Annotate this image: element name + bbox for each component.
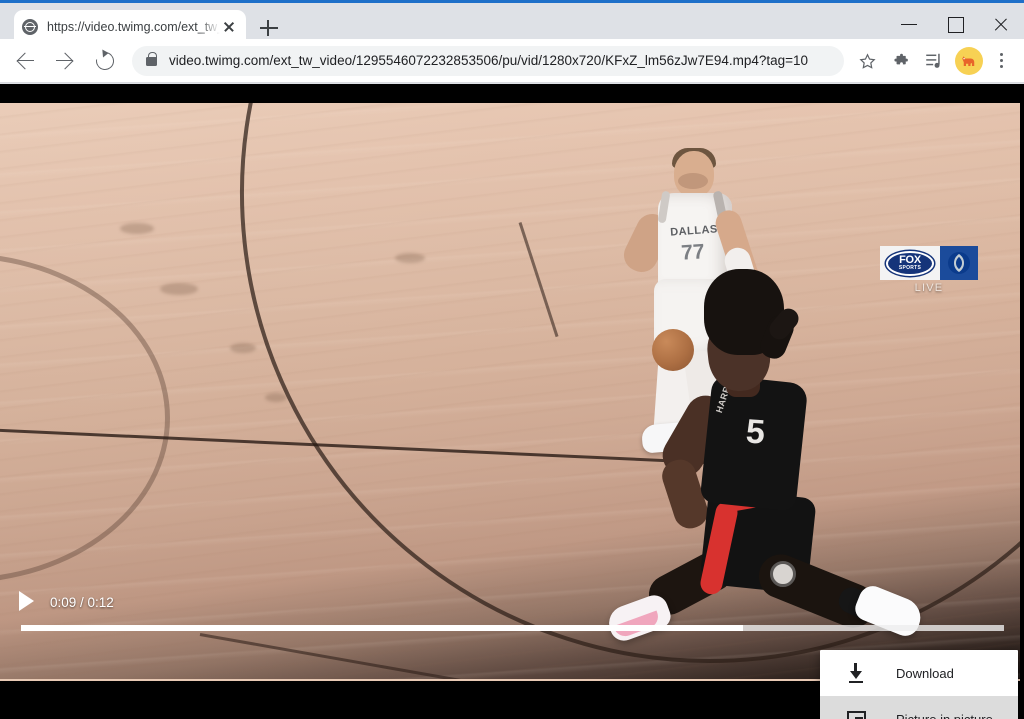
three-dot-menu-icon[interactable] bbox=[986, 45, 1016, 77]
court-scuff bbox=[265, 393, 287, 402]
profile-avatar[interactable] bbox=[955, 46, 983, 75]
maximize-icon[interactable] bbox=[932, 6, 978, 42]
download-icon bbox=[846, 662, 868, 684]
progress-bar[interactable] bbox=[21, 625, 1004, 631]
broadcast-bug: FOX SPORTS LIVE bbox=[880, 246, 978, 294]
court-scuff bbox=[395, 253, 425, 263]
address-bar[interactable]: video.twimg.com/ext_tw_video/12955460722… bbox=[132, 45, 844, 76]
sports-wordmark: SPORTS bbox=[898, 265, 922, 271]
fox-sports-logo: FOX SPORTS bbox=[880, 246, 940, 280]
browser-window: https://video.twimg.com/ext_tw_ video.tw… bbox=[0, 0, 1024, 719]
context-menu-label: Picture in picture bbox=[896, 711, 993, 719]
live-badge: LIVE bbox=[914, 282, 944, 294]
minimize-icon[interactable] bbox=[886, 6, 932, 42]
dallas-mavericks-logo bbox=[940, 246, 978, 280]
media-playlist-icon[interactable] bbox=[918, 44, 952, 78]
window-close-icon[interactable] bbox=[978, 6, 1024, 42]
context-menu-item-download[interactable]: Download bbox=[820, 650, 1018, 696]
star-icon[interactable] bbox=[850, 44, 884, 78]
page-content: DALLAS 77 5 FOX SPORTS LIVE 0:09 / 0:12 … bbox=[0, 84, 1024, 719]
time-display: 0:09 / 0:12 bbox=[50, 595, 114, 610]
tab-close-icon[interactable] bbox=[220, 18, 238, 36]
play-button[interactable] bbox=[17, 590, 37, 612]
url-text: video.twimg.com/ext_tw_video/12955460722… bbox=[169, 53, 809, 68]
browser-toolbar: video.twimg.com/ext_tw_video/12955460722… bbox=[0, 39, 1024, 83]
forward-arrow-icon[interactable] bbox=[48, 44, 82, 78]
puzzle-piece-icon[interactable] bbox=[884, 44, 918, 78]
video-context-menu: Download Picture in picture bbox=[820, 650, 1018, 719]
context-menu-item-picture-in-picture[interactable]: Picture in picture bbox=[820, 696, 1018, 719]
context-menu-label: Download bbox=[896, 665, 954, 681]
jersey-number: 5 bbox=[744, 412, 767, 452]
progress-played bbox=[21, 625, 743, 631]
fox-wordmark: FOX bbox=[899, 254, 921, 266]
tab-title: https://video.twimg.com/ext_tw_ bbox=[47, 19, 220, 34]
court-scuff bbox=[120, 223, 154, 234]
picture-in-picture-icon bbox=[846, 708, 868, 719]
court-scuff bbox=[160, 283, 198, 295]
globe-icon bbox=[22, 18, 38, 35]
video-player[interactable]: DALLAS 77 5 FOX SPORTS LIVE 0:09 / 0:12 bbox=[0, 84, 1024, 719]
knee-pad bbox=[770, 561, 796, 587]
court-scuff bbox=[230, 343, 256, 353]
new-tab-button[interactable] bbox=[258, 17, 280, 39]
reload-icon[interactable] bbox=[88, 44, 122, 78]
video-frame: DALLAS 77 5 FOX SPORTS LIVE 0:09 / 0:12 bbox=[0, 103, 1020, 679]
tab-strip: https://video.twimg.com/ext_tw_ bbox=[0, 3, 1024, 43]
lock-icon bbox=[146, 52, 157, 66]
back-arrow-icon[interactable] bbox=[8, 44, 42, 78]
window-controls bbox=[886, 6, 1024, 42]
